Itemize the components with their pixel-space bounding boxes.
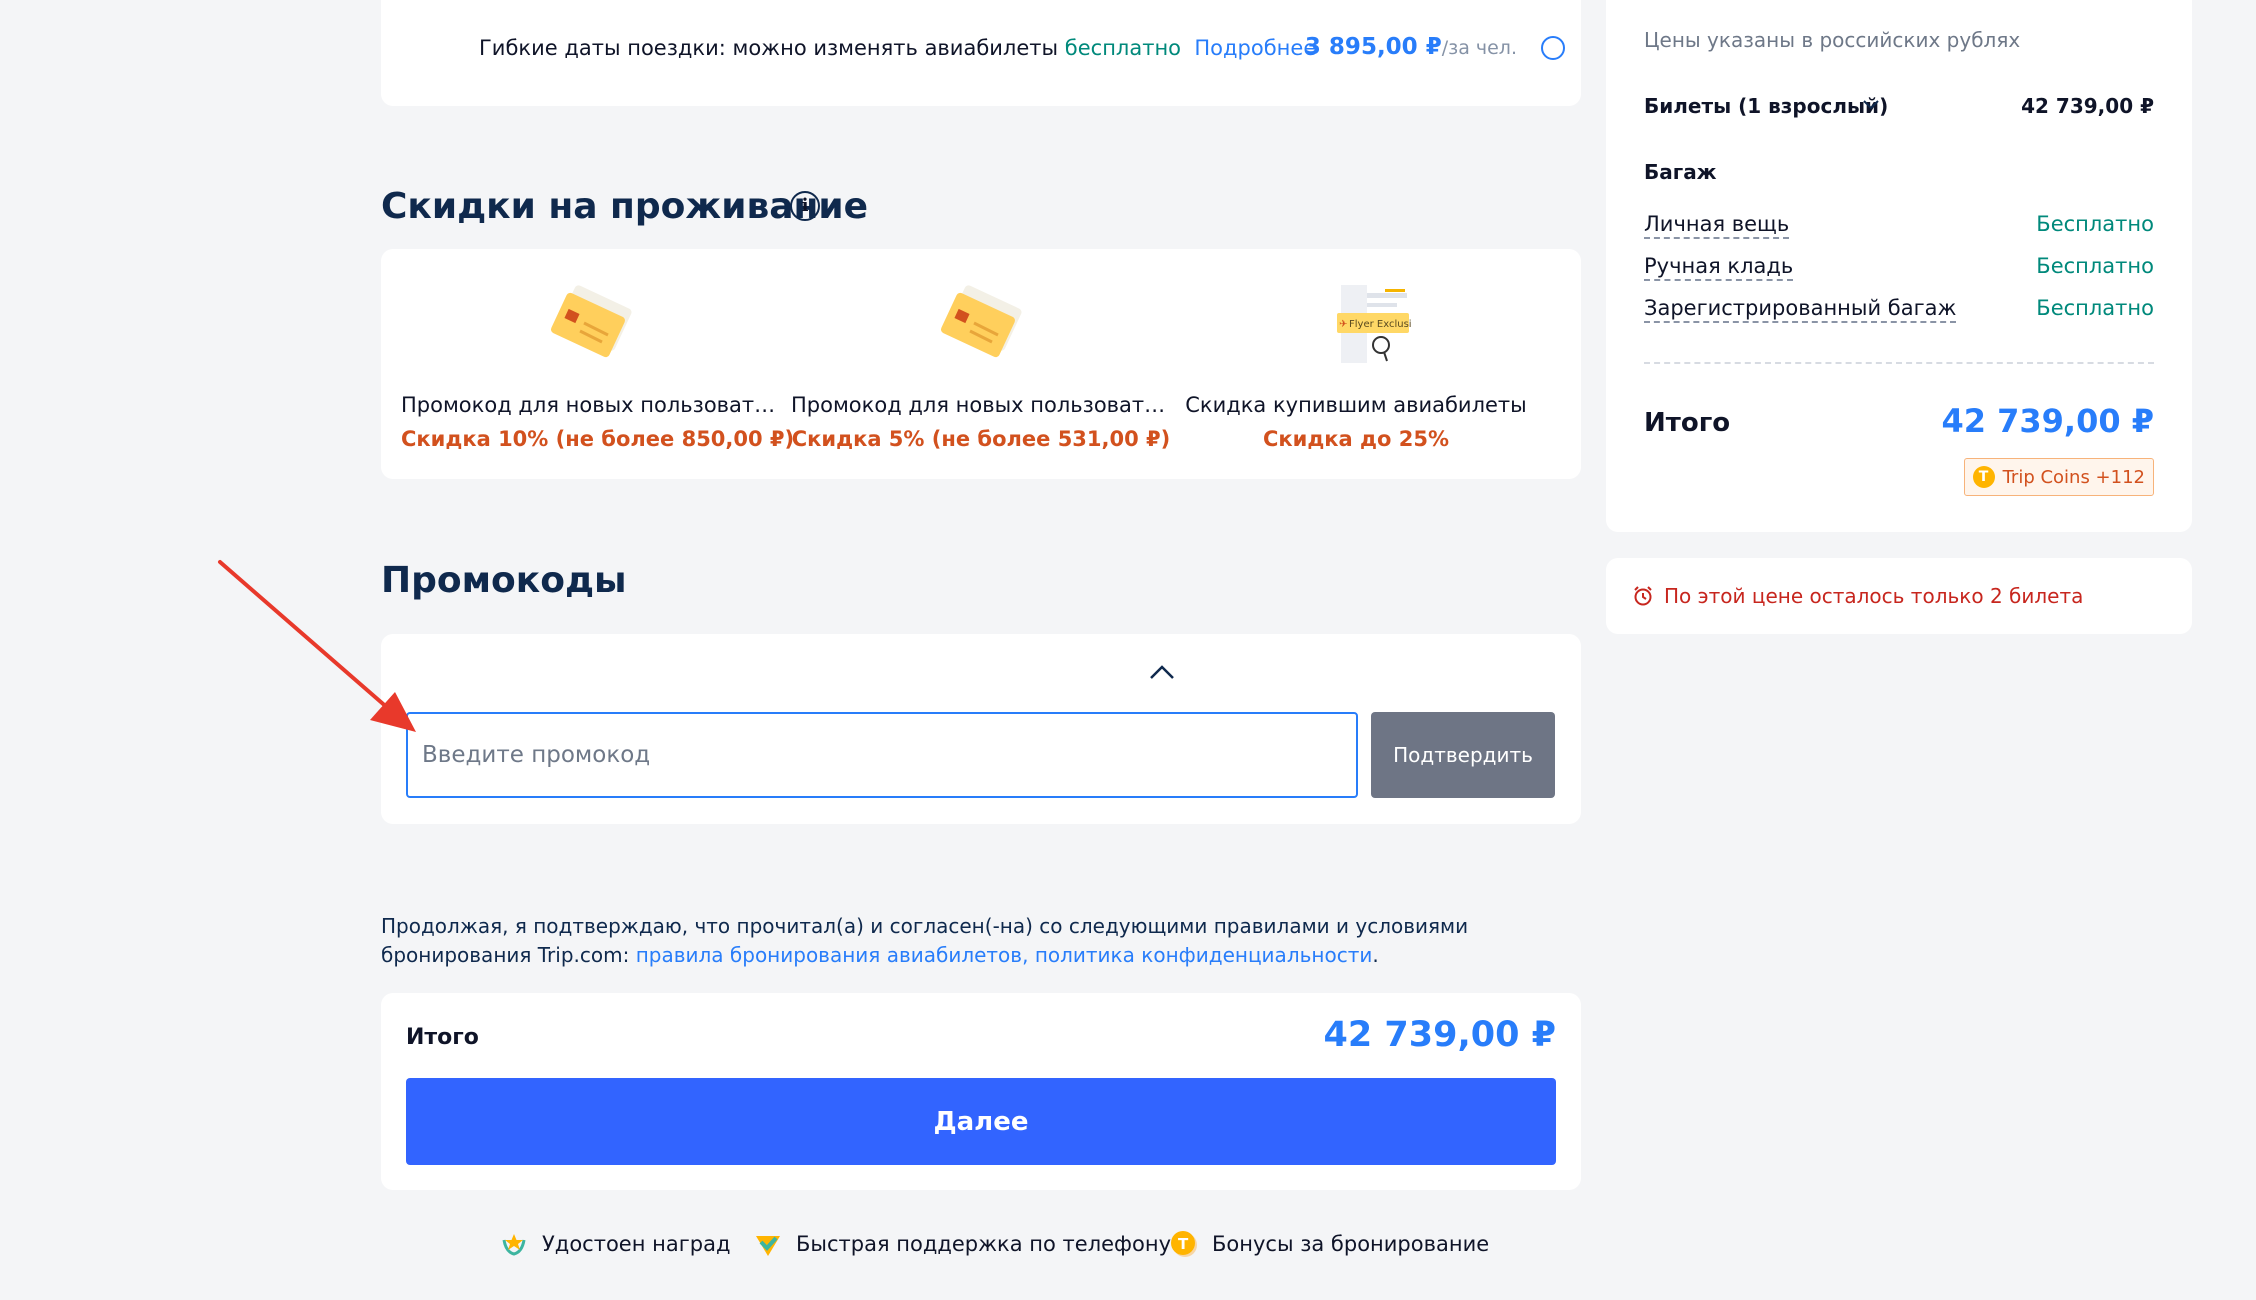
discount-name: Промокод для новых пользовател... xyxy=(401,393,781,417)
privacy-policy-link[interactable]: политика конфиденциальности xyxy=(1035,943,1373,967)
support-check-icon xyxy=(756,1236,780,1256)
flexible-dates-label: Гибкие даты поездки: можно изменять авиа… xyxy=(479,36,1059,60)
flexible-dates-card: Гибкие даты поездки: можно изменять авиа… xyxy=(381,0,1581,106)
svg-text:✈: ✈ xyxy=(1339,319,1347,330)
flexible-dates-price-value: 3 895,00 ₽ xyxy=(1304,34,1442,60)
tickets-toggle[interactable]: Билеты (1 взрослый) xyxy=(1644,94,1888,118)
award-icon xyxy=(502,1234,526,1256)
total-value: 42 739,00 ₽ xyxy=(1323,1015,1557,1055)
badge-label: Быстрая поддержка по телефону xyxy=(796,1232,1171,1256)
stay-discounts-card: Промокод для новых пользовател... Скидка… xyxy=(381,249,1581,479)
alert-text: По этой цене осталось только 2 билета xyxy=(1664,584,2084,608)
discount-desc: Скидка 10% (не более 850,00 ₽) xyxy=(401,427,795,451)
flexible-dates-free: бесплатно xyxy=(1064,36,1182,60)
coupon-icon xyxy=(941,285,1022,358)
support-badge: Быстрая поддержка по телефону xyxy=(752,1228,1171,1260)
badge-label: Бонусы за бронирование xyxy=(1212,1232,1490,1256)
baggage-name[interactable]: Ручная кладь xyxy=(1644,254,1794,281)
discount-desc: Скидка до 25% xyxy=(1262,427,1450,451)
baggage-row: Ручная кладь Бесплатно xyxy=(1644,254,2154,281)
discount-desc: Скидка 5% (не более 531,00 ₽) xyxy=(791,427,1171,451)
baggage-name[interactable]: Личная вещь xyxy=(1644,212,1790,239)
discount-item[interactable]: Flyer Exclusive ✈ Скидка купившим авиаби… xyxy=(1166,249,1546,479)
chevron-up-icon[interactable] xyxy=(1148,662,1176,682)
coupon-icon xyxy=(551,285,632,358)
coin-icon: T xyxy=(1171,1231,1197,1257)
flyer-exclusive-badge: Flyer Exclusive xyxy=(1349,319,1411,330)
discount-item[interactable]: Промокод для новых пользовател... Скидка… xyxy=(791,249,1171,479)
summary-total-value: 42 739,00 ₽ xyxy=(1941,402,2154,440)
coin-icon: T xyxy=(1972,466,1995,488)
terms-separator: , xyxy=(1022,943,1035,967)
awards-badge: Удостоен наград xyxy=(498,1228,730,1260)
flyer-exclusive-icon: Flyer Exclusive ✈ xyxy=(1337,285,1411,363)
confirm-promo-button[interactable]: Подтвердить xyxy=(1371,712,1555,798)
summary-total-label: Итого xyxy=(1644,408,1731,438)
availability-alert-card: По этой цене осталось только 2 билета xyxy=(1606,558,2192,634)
baggage-value: Бесплатно xyxy=(2036,254,2154,278)
terms-end: . xyxy=(1372,943,1379,967)
annotation-arrow-icon xyxy=(218,560,416,732)
baggage-row: Зарегистрированный багаж Бесплатно xyxy=(1644,296,2154,323)
flexible-dates-price: 3 895,00 ₽/за чел. xyxy=(1305,34,1517,60)
baggage-value: Бесплатно xyxy=(2036,212,2154,236)
total-label: Итого xyxy=(406,1025,479,1050)
discount-name: Скидка купившим авиабилеты xyxy=(1185,393,1527,417)
baggage-value: Бесплатно xyxy=(2036,296,2154,320)
next-button[interactable]: Далее xyxy=(406,1078,1556,1165)
svg-text:T: T xyxy=(1178,1235,1189,1253)
alarm-clock-icon xyxy=(1634,586,1652,606)
more-info-link[interactable]: Подробнее xyxy=(1194,36,1316,60)
baggage-title: Багаж xyxy=(1644,160,1717,184)
info-icon[interactable]: i xyxy=(790,191,820,221)
discount-name: Промокод для новых пользовател... xyxy=(791,393,1171,417)
baggage-name[interactable]: Зарегистрированный багаж xyxy=(1644,296,1957,323)
total-card: Итого 42 739,00 ₽ Далее xyxy=(381,993,1581,1190)
availability-alert: По этой цене осталось только 2 билета xyxy=(1632,584,2083,608)
flexible-dates-radio[interactable] xyxy=(1541,36,1565,60)
bonus-badge: T Бонусы за бронирование xyxy=(1168,1228,1489,1260)
trip-coins-label: Trip Coins +112 xyxy=(2002,466,2145,488)
trip-coins-badge: T Trip Coins +112 xyxy=(1963,458,2154,496)
price-summary-card: Цены указаны в российских рублях Билеты … xyxy=(1606,0,2192,532)
badge-label: Удостоен наград xyxy=(542,1232,731,1256)
summary-divider xyxy=(1644,362,2154,364)
terms-text: Продолжая, я подтверждаю, что прочитал(а… xyxy=(381,912,1581,970)
baggage-row: Личная вещь Бесплатно xyxy=(1644,212,2154,239)
promo-code-input[interactable] xyxy=(406,712,1358,798)
flexible-dates-text: Гибкие даты поездки: можно изменять авиа… xyxy=(479,36,1316,60)
per-person-label: /за чел. xyxy=(1441,37,1517,59)
tickets-price: 42 739,00 ₽ xyxy=(2021,94,2154,118)
discount-item[interactable]: Промокод для новых пользовател... Скидка… xyxy=(401,249,795,479)
booking-rules-link[interactable]: правила бронирования авиабилетов xyxy=(636,943,1022,967)
currency-note: Цены указаны в российских рублях xyxy=(1644,28,2021,52)
chevron-down-icon[interactable] xyxy=(1862,98,1880,112)
